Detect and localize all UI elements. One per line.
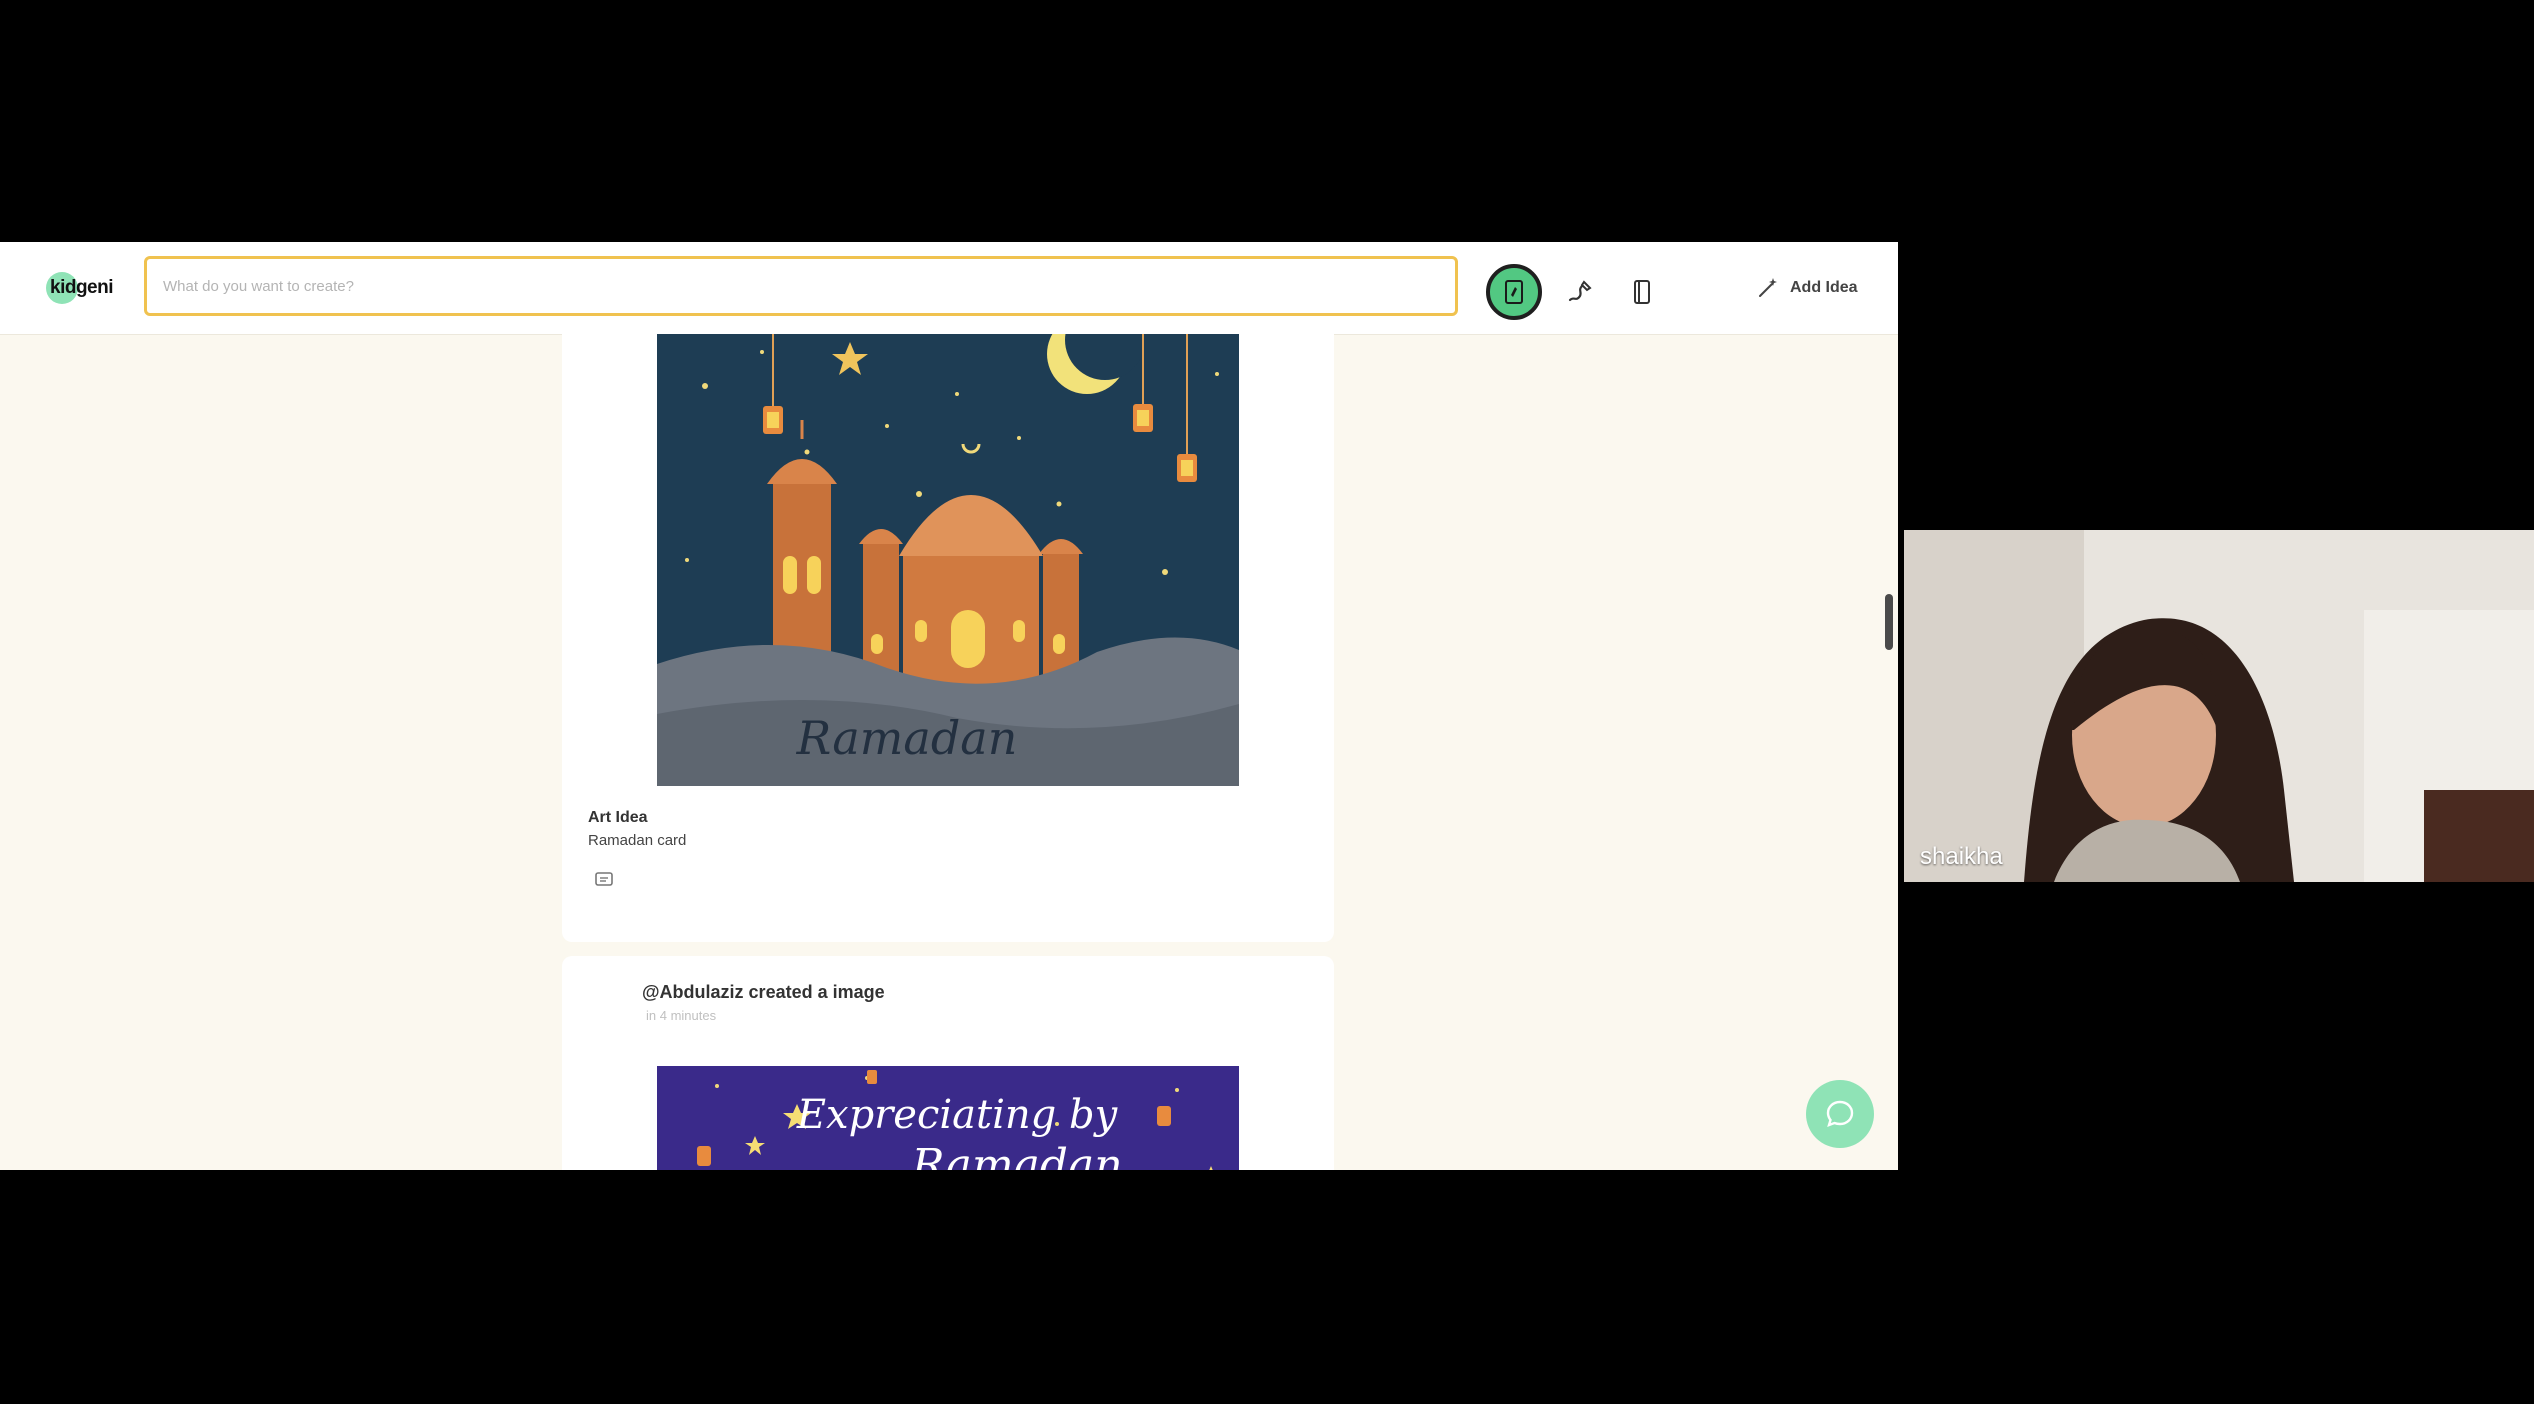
image-caption-line2: Ramadan: [910, 1140, 1122, 1170]
appreciating-ramadan-artwork: Expreciating by Ramadan: [657, 1066, 1239, 1170]
tablet-tool-button[interactable]: [1486, 264, 1542, 320]
create-search-box[interactable]: [144, 256, 1458, 316]
add-idea-label: Add Idea: [1790, 279, 1858, 296]
participant-video: shaikha: [1904, 530, 2534, 882]
drawing-tool-button[interactable]: [1552, 264, 1608, 320]
image-caption-line1: Expreciating by: [796, 1092, 1119, 1138]
drawing-icon: [1568, 280, 1592, 302]
top-bar: kidgeni What do you want to create? Add …: [0, 242, 1898, 335]
create-search-input[interactable]: [147, 259, 1455, 313]
ramadan-card-artwork: Ramadan: [657, 334, 1239, 786]
post-time: in 4 minutes: [646, 1008, 717, 1023]
ramadan-card-image[interactable]: Ramadan: [657, 334, 1239, 786]
comment-icon: [595, 872, 613, 886]
chat-bubble-icon: [1826, 1100, 1854, 1127]
logo-text: kidgeni: [50, 277, 114, 298]
feed-card: @Abdulaziz created a image in 4 minutes …: [562, 956, 1334, 1170]
chat-button[interactable]: [1806, 1080, 1874, 1148]
magic-wand-icon: [1759, 278, 1777, 297]
participant-name: shaikha: [1920, 843, 2003, 870]
add-idea-button[interactable]: Add Idea: [1756, 272, 1858, 304]
book-icon: [1634, 280, 1650, 304]
kidgeni-logo[interactable]: kidgeni: [46, 266, 114, 310]
comment-button[interactable]: [594, 870, 614, 895]
appreciating-ramadan-image[interactable]: Expreciating by Ramadan: [657, 1066, 1239, 1170]
feed[interactable]: Ramadan Art Idea Ramadan card @Abdulaziz…: [562, 334, 1334, 1170]
shared-screen: kidgeni What do you want to create? Add …: [0, 242, 1898, 1170]
book-tool-button[interactable]: [1614, 264, 1670, 320]
participant-video-frame: [1904, 530, 2534, 882]
tablet-icon: [1505, 280, 1523, 304]
idea-type-label: Art Idea: [588, 809, 648, 826]
idea-subtitle: Ramadan card: [588, 832, 687, 849]
creator-text: @Abdulaziz created a image: [642, 982, 885, 1002]
scrollbar-thumb[interactable]: [1885, 594, 1893, 650]
feed-card: Ramadan Art Idea Ramadan card: [562, 334, 1334, 942]
image-caption-text: Ramadan: [796, 711, 1018, 765]
